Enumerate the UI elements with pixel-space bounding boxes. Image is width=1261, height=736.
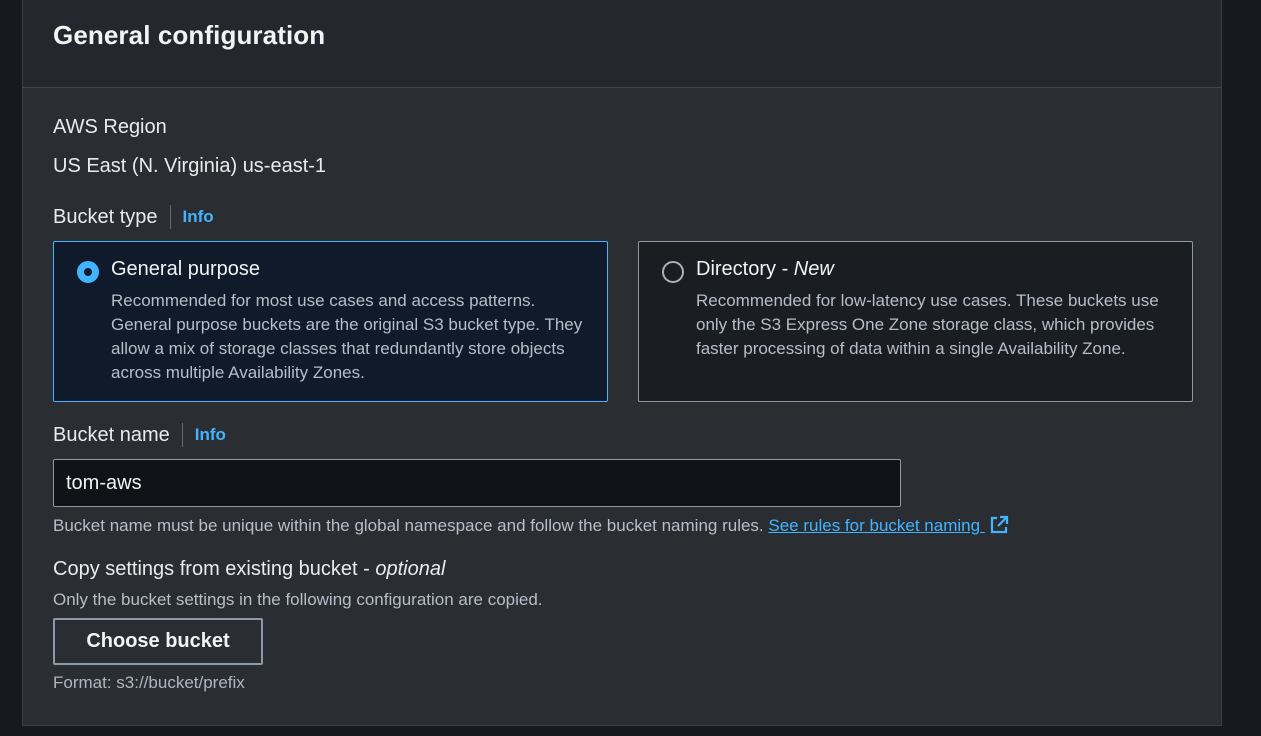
info-divider (181, 423, 183, 447)
bucket-type-info-link[interactable]: Info (183, 207, 214, 227)
radio-checked[interactable] (77, 261, 99, 283)
copy-settings-label-text: Copy settings from existing bucket - (53, 558, 376, 580)
bucket-name-label-row: Bucket name Info (53, 423, 226, 447)
bucket-type-option-directory[interactable]: Directory - New Recommended for low-late… (638, 241, 1193, 402)
bucket-name-label: Bucket name (53, 423, 170, 446)
option-title-text: General purpose (111, 258, 260, 280)
bucket-type-option-general-purpose[interactable]: General purpose Recommended for most use… (53, 241, 608, 402)
optional-text: optional (375, 558, 446, 580)
panel-header: General configuration (23, 0, 1221, 88)
bucket-naming-rules-link-text: See rules for bucket naming (768, 516, 981, 535)
bucket-name-input[interactable] (53, 459, 901, 507)
general-configuration-panel: General configuration AWS Region US East… (22, 0, 1222, 726)
option-title: General purpose (111, 258, 260, 281)
option-description: Recommended for low-latency use cases. T… (696, 291, 1159, 358)
bucket-type-label: Bucket type (53, 205, 158, 228)
region-value: US East (N. Virginia) us-east-1 (53, 155, 327, 177)
radio-unchecked[interactable] (662, 261, 684, 283)
bucket-name-info-link[interactable]: Info (195, 425, 226, 445)
new-badge-text: New (793, 258, 834, 280)
bucket-name-hint-text: Bucket name must be unique within the gl… (53, 516, 764, 535)
copy-settings-description: Only the bucket settings in the followin… (53, 590, 543, 609)
external-link-icon (990, 515, 1008, 534)
bucket-naming-rules-link[interactable]: See rules for bucket naming (768, 515, 1008, 535)
panel-title: General configuration (53, 20, 326, 50)
option-title: Directory - New (696, 258, 834, 281)
format-hint: Format: s3://bucket/prefix (53, 673, 245, 692)
bucket-name-hint: Bucket name must be unique within the gl… (53, 515, 1009, 536)
bucket-type-label-row: Bucket type Info (53, 205, 214, 229)
region-label: AWS Region (53, 116, 167, 138)
copy-settings-label: Copy settings from existing bucket - opt… (53, 558, 445, 581)
info-divider (169, 205, 171, 229)
choose-bucket-button[interactable]: Choose bucket (53, 618, 263, 665)
option-description: Recommended for most use cases and acces… (111, 291, 583, 382)
option-title-text: Directory - (696, 258, 794, 280)
